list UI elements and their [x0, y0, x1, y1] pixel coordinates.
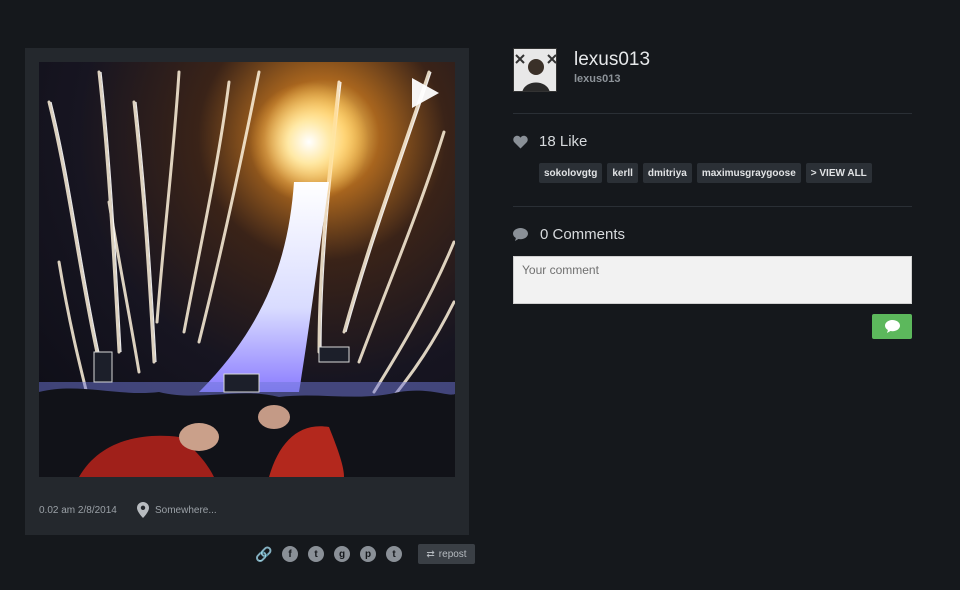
post-video[interactable] [39, 62, 455, 477]
facebook-icon[interactable]: f [282, 546, 298, 562]
repost-button[interactable]: ⇄ repost [418, 544, 475, 564]
post-location-label: Somewhere... [155, 504, 217, 516]
liker-tag[interactable]: sokolovgtg [539, 163, 603, 183]
google-plus-icon[interactable]: g [334, 546, 350, 562]
media-card: 0.02 am 2/8/2014 Somewhere... [25, 48, 469, 535]
divider [513, 206, 912, 207]
likers-list: sokolovgtg kerll dmitriya maximusgraygoo… [539, 163, 872, 183]
post-time: 0.02 am 2/8/2014 [39, 505, 117, 516]
pinterest-icon[interactable]: p [360, 546, 376, 562]
comment-input[interactable] [513, 256, 912, 304]
likes-count: 18 Like [539, 133, 588, 150]
comments-count: 0 Comments [540, 226, 626, 243]
link-icon[interactable]: 🔗 [255, 546, 272, 562]
fireworks-scene [39, 70, 455, 477]
comment-icon [513, 228, 528, 241]
repost-icon: ⇄ [426, 548, 435, 560]
avatar[interactable] [513, 48, 557, 92]
avatar-image [514, 49, 556, 91]
post-location[interactable]: Somewhere... [137, 502, 217, 518]
send-comment-button[interactable] [872, 314, 912, 339]
user-handle[interactable]: lexus013 [574, 73, 620, 85]
liker-tag[interactable]: maximusgraygoose [696, 163, 801, 183]
likes-summary: 18 Like [513, 133, 587, 150]
tumblr-icon[interactable]: t [386, 546, 402, 562]
play-icon[interactable] [412, 78, 439, 108]
comments-summary: 0 Comments [513, 226, 625, 243]
repost-label: repost [438, 548, 467, 560]
share-bar: 🔗 f t g p t ⇄ repost [255, 544, 475, 564]
divider [513, 113, 912, 114]
twitter-icon[interactable]: t [308, 546, 324, 562]
view-all-button[interactable]: > VIEW ALL [805, 163, 872, 183]
location-pin-icon [137, 502, 149, 518]
heart-icon[interactable] [513, 135, 528, 149]
liker-tag[interactable]: kerll [607, 163, 638, 183]
liker-tag[interactable]: dmitriya [642, 163, 692, 183]
comment-icon [884, 320, 900, 333]
user-name[interactable]: lexus013 [574, 49, 650, 71]
